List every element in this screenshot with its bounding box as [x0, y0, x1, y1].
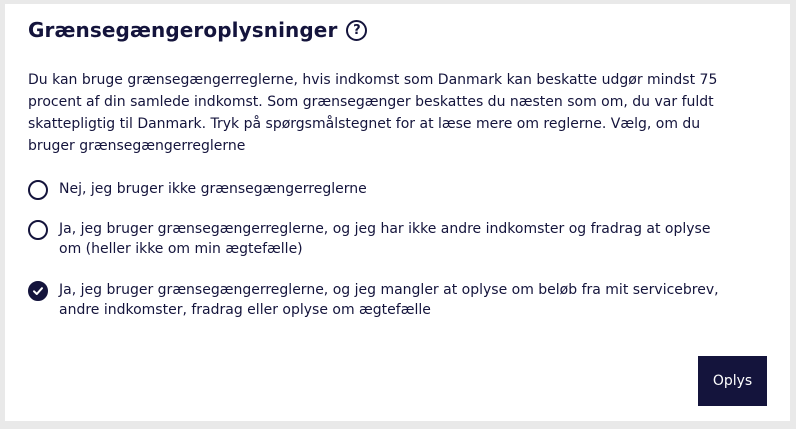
- help-icon[interactable]: ?: [346, 19, 368, 41]
- radio-option-label: Nej, jeg bruger ikke grænsegængerreglern…: [59, 181, 367, 197]
- radio-option-label: Ja, jeg bruger grænsegængerreglerne, og …: [59, 221, 711, 257]
- radio-button-checked[interactable]: [28, 281, 48, 301]
- radio-option-yes-missing-info[interactable]: Ja, jeg bruger grænsegængerreglerne, og …: [28, 280, 719, 320]
- page-title: Grænsegængeroplysninger: [28, 18, 338, 42]
- radio-button-unchecked[interactable]: [28, 220, 48, 240]
- radio-option-yes-nothing-to-report[interactable]: Ja, jeg bruger grænsegængerreglerne, og …: [28, 219, 719, 259]
- border-crosser-card: Grænsegængeroplysninger ? Du kan bruge g…: [5, 4, 790, 421]
- checkmark-icon: [33, 287, 43, 295]
- title-row: Grænsegængeroplysninger ?: [28, 18, 368, 42]
- radio-option-label: Ja, jeg bruger grænsegængerreglerne, og …: [59, 282, 719, 318]
- radio-option-no[interactable]: Nej, jeg bruger ikke grænsegængerreglern…: [28, 179, 719, 200]
- radio-button-unchecked[interactable]: [28, 180, 48, 200]
- submit-button[interactable]: Oplys: [698, 356, 767, 406]
- description-text: Du kan bruge grænsegængerreglerne, hvis …: [28, 72, 718, 154]
